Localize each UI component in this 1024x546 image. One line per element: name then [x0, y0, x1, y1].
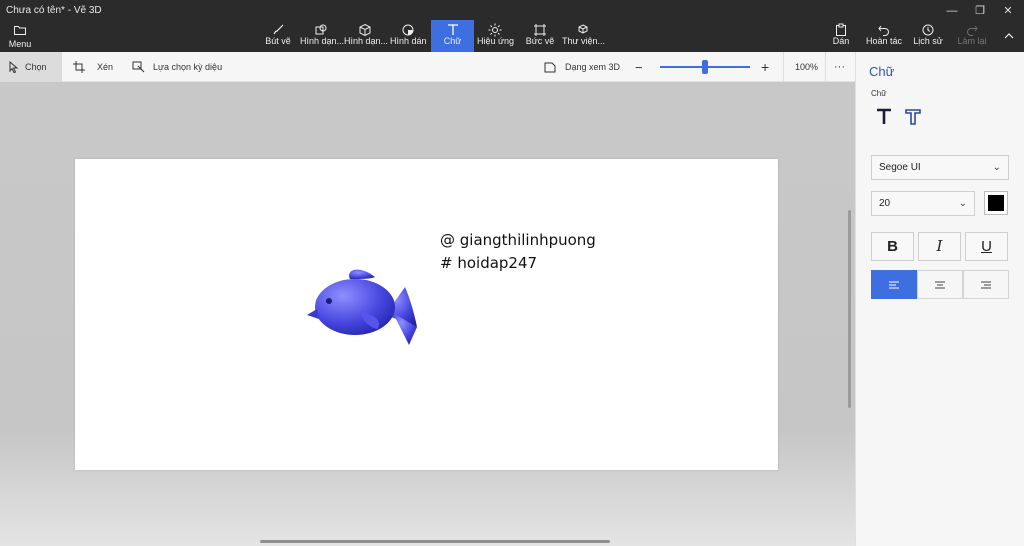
divider: [783, 52, 784, 82]
tool-text[interactable]: Chữ: [431, 20, 474, 52]
panel-subtitle: Chữ: [871, 89, 887, 98]
fish-3d-model[interactable]: [305, 267, 420, 347]
cube-icon: [359, 23, 371, 37]
font-family-dropdown[interactable]: Segoe UI ⌄: [871, 155, 1009, 180]
canvas-text-line: @ giangthilinhpuong: [440, 231, 596, 249]
tool-effects[interactable]: Hiệu ứng: [477, 20, 515, 52]
redo-icon: [967, 25, 978, 36]
align-left-icon: [889, 281, 899, 288]
2d-text-button[interactable]: [873, 106, 895, 128]
chevron-down-icon: ⌄: [992, 162, 1001, 173]
chevron-up-icon: [1004, 33, 1014, 39]
selection-toolbar: Chọn Xén Lựa chọn kỳ diệu Dạng xem 3D − …: [0, 52, 855, 82]
align-right-button[interactable]: [963, 270, 1009, 299]
tool-stickers[interactable]: Hình dán: [390, 20, 427, 52]
tool-2d-shapes[interactable]: Hình dạn...: [300, 20, 345, 52]
crop-button[interactable]: Xén: [73, 52, 123, 82]
zoom-out-button[interactable]: −: [635, 52, 649, 82]
italic-button[interactable]: I: [918, 232, 961, 261]
tool-canvas[interactable]: Bức vẽ: [524, 20, 556, 52]
align-center-icon: [935, 281, 945, 288]
workspace[interactable]: @ giangthilinhpuong # hoidap247: [0, 82, 855, 546]
redo-button[interactable]: Làm lại: [955, 20, 989, 52]
font-family-value: Segoe UI: [879, 162, 921, 173]
view-3d-label: Dạng xem 3D: [565, 62, 621, 72]
action-label: Dán: [832, 36, 850, 46]
view-3d-icon: [544, 62, 556, 73]
clipboard-icon: [836, 23, 846, 36]
tool-label: Hình dán: [390, 36, 427, 46]
tool-brushes[interactable]: Bút vẽ: [262, 20, 294, 52]
font-size-dropdown[interactable]: 20 ⌄: [871, 191, 975, 216]
bold-button[interactable]: B: [871, 232, 914, 261]
tool-label: Hình dạn...: [300, 36, 345, 46]
text-color-swatch[interactable]: [984, 191, 1008, 215]
more-options-button[interactable]: ···: [834, 52, 850, 82]
folder-icon: [14, 26, 26, 35]
undo-button[interactable]: Hoàn tác: [866, 20, 902, 52]
chevron-down-icon: ⌄: [958, 198, 967, 209]
action-label: Làm lại: [957, 36, 987, 46]
undo-icon: [878, 25, 889, 36]
brush-icon: [273, 24, 284, 35]
text-3d-icon: [905, 109, 921, 125]
library-icon: [578, 24, 588, 34]
text-t-icon: [447, 24, 458, 35]
cursor-arrow-icon: [9, 61, 19, 73]
color-fill: [988, 195, 1004, 211]
minimize-button[interactable]: —: [938, 3, 966, 19]
crop-label: Xén: [97, 62, 114, 72]
tool-label: Bức vẽ: [525, 36, 555, 46]
window-title: Chưa có tên* - Vẽ 3D: [6, 5, 102, 16]
divider: [825, 52, 826, 82]
panel-title: Chữ: [869, 64, 895, 79]
restore-button[interactable]: ❐: [966, 3, 994, 19]
action-label: Hoàn tác: [866, 36, 903, 46]
zoom-in-button[interactable]: +: [761, 52, 775, 82]
crop-icon: [73, 61, 85, 73]
close-button[interactable]: ✕: [994, 3, 1022, 19]
underline-button[interactable]: U: [965, 232, 1008, 261]
title-bar: Chưa có tên* - Vẽ 3D — ❐ ✕ Menu Bút vẽ H…: [0, 0, 1024, 52]
vertical-scrollbar[interactable]: [848, 210, 851, 408]
paste-button[interactable]: Dán: [829, 20, 853, 52]
magic-select-button[interactable]: Lựa chọn kỳ diệu: [132, 52, 232, 82]
shapes-2d-icon: [315, 24, 327, 35]
tool-label: Bút vẽ: [265, 36, 291, 46]
zoom-level[interactable]: 100%: [795, 52, 821, 82]
view-3d-button[interactable]: Dạng xem 3D: [544, 52, 624, 82]
sticker-icon: [402, 24, 414, 36]
menu-button[interactable]: Menu: [0, 20, 40, 50]
sun-icon: [488, 23, 502, 37]
tool-library[interactable]: Thư viện...: [562, 20, 606, 52]
tool-label: Thư viện...: [562, 36, 606, 46]
select-button[interactable]: Chọn: [0, 52, 62, 82]
text-2d-icon: [877, 108, 891, 124]
3d-text-button[interactable]: [902, 106, 924, 128]
history-button[interactable]: Lịch sử: [912, 20, 944, 52]
canvas-text-box[interactable]: @ giangthilinhpuong # hoidap247: [440, 229, 596, 275]
zoom-slider-thumb[interactable]: [702, 60, 708, 74]
align-left-button[interactable]: [871, 270, 917, 299]
collapse-ribbon-button[interactable]: [998, 20, 1020, 52]
magic-select-label: Lựa chọn kỳ diệu: [153, 62, 223, 72]
magic-select-icon: [132, 61, 145, 73]
tool-3d-shapes[interactable]: Hình dạn...: [344, 20, 389, 52]
action-label: Lịch sử: [913, 36, 943, 46]
horizontal-scrollbar[interactable]: [260, 540, 610, 543]
align-center-button[interactable]: [917, 270, 963, 299]
select-label: Chọn: [25, 62, 47, 72]
tool-label: Chữ: [443, 36, 462, 46]
font-size-value: 20: [879, 198, 891, 209]
tool-label: Hiệu ứng: [477, 36, 515, 46]
align-right-icon: [981, 281, 991, 288]
history-clock-icon: [922, 24, 934, 36]
tool-label: Hình dạn...: [344, 36, 389, 46]
canvas-crop-icon: [534, 24, 546, 36]
menu-label: Menu: [8, 39, 32, 49]
canvas[interactable]: @ giangthilinhpuong # hoidap247: [75, 159, 778, 470]
canvas-text-line: # hoidap247: [440, 254, 538, 272]
text-properties-panel: Chữ Chữ Segoe UI ⌄ 20 ⌄ B I U: [855, 52, 1024, 546]
